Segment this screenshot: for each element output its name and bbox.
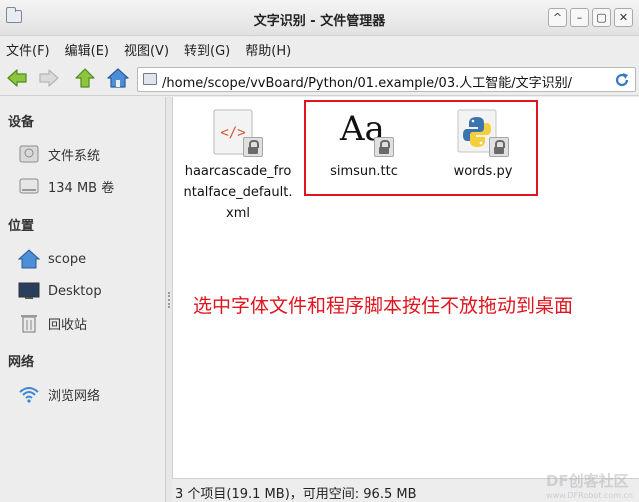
- lock-icon: [243, 137, 263, 157]
- sidebar-item-home[interactable]: scope: [18, 247, 86, 271]
- sidebar-item-label: Desktop: [48, 283, 102, 299]
- svg-text:</>: </>: [220, 125, 245, 141]
- sidebar-item-label: 浏览网络: [48, 388, 101, 404]
- home-icon[interactable]: [107, 67, 129, 89]
- sidebar-heading-devices: 设备: [8, 115, 35, 130]
- watermark: DF创客社区 www.DFRobot.com.cn: [546, 470, 633, 500]
- location-path[interactable]: /home/scope/vvBoard/Python/01.example/03…: [162, 72, 572, 91]
- sidebar-item-label: scope: [48, 251, 87, 267]
- status-text: 3 个项目(19.1 MB)，可用空间: 96.5 MB: [175, 487, 417, 502]
- back-arrow-icon[interactable]: [6, 67, 28, 89]
- maximize-button[interactable]: ▢: [592, 8, 611, 27]
- instruction-annotation: 选中字体文件和程序脚本按住不放拖动到桌面: [193, 295, 574, 317]
- menu-bar: 文件(F) 编辑(E) 视图(V) 转到(G) 帮助(H): [0, 36, 639, 62]
- title-bar: 文字识别 - 文件管理器 ^ – ▢ ✕: [0, 0, 639, 36]
- sidebar-item-filesystem[interactable]: 文件系统: [18, 142, 100, 166]
- sidebar-item-browse-network[interactable]: 浏览网络: [18, 382, 100, 406]
- sidebar-item-label: 回收站: [48, 317, 88, 333]
- forward-arrow-icon[interactable]: [38, 67, 60, 89]
- file-name-line: xml: [226, 206, 250, 221]
- sidebar-item-volume[interactable]: 134 MB 卷: [18, 174, 114, 198]
- menu-file[interactable]: 文件(F): [6, 40, 50, 59]
- home-folder-icon: [18, 249, 40, 269]
- reload-icon[interactable]: [613, 71, 631, 89]
- shade-button[interactable]: ^: [548, 8, 567, 27]
- sidebar-item-desktop[interactable]: Desktop: [18, 279, 102, 303]
- highlight-box: [304, 100, 538, 196]
- window-controls: ^ – ▢ ✕: [548, 8, 633, 27]
- up-arrow-icon[interactable]: [74, 67, 96, 89]
- sidebar-heading-places: 位置: [8, 219, 35, 234]
- menu-go[interactable]: 转到(G): [184, 40, 230, 59]
- menu-help[interactable]: 帮助(H): [245, 40, 291, 59]
- desktop-icon: [18, 282, 40, 299]
- sidebar-item-label: 134 MB 卷: [48, 180, 115, 196]
- drive-icon: [19, 145, 39, 163]
- file-name-line: ntalface_default.: [183, 185, 293, 200]
- close-button[interactable]: ✕: [614, 8, 633, 27]
- watermark-brand: DF创客社区: [545, 472, 629, 490]
- window-title: 文字识别 - 文件管理器: [253, 14, 386, 29]
- minimize-button[interactable]: –: [570, 8, 589, 27]
- menu-view[interactable]: 视图(V): [124, 40, 169, 59]
- file-name-line: haarcascade_fro: [184, 164, 292, 179]
- watermark-url: www.DFRobot.com.cn: [545, 491, 633, 500]
- sidebar-item-label: 文件系统: [48, 148, 101, 164]
- removable-drive-icon: [19, 178, 39, 194]
- wifi-network-icon: [19, 387, 39, 403]
- trash-icon: [21, 315, 37, 333]
- location-bar[interactable]: /home/scope/vvBoard/Python/01.example/03…: [137, 67, 636, 92]
- sidebar: 设备 文件系统 134 MB 卷 位置 scope Desktop 回收站 网络…: [0, 97, 166, 502]
- folder-icon: [143, 73, 157, 85]
- menu-edit[interactable]: 编辑(E): [65, 40, 109, 59]
- status-bar: 3 个项目(19.1 MB)，可用空间: 96.5 MB DF创客社区 www.…: [172, 472, 639, 502]
- sidebar-heading-network: 网络: [8, 355, 35, 370]
- file-item-haarcascade[interactable]: </> haarcascade_fro ntalface_default. xm…: [179, 107, 297, 224]
- sidebar-item-trash[interactable]: 回收站: [18, 311, 87, 335]
